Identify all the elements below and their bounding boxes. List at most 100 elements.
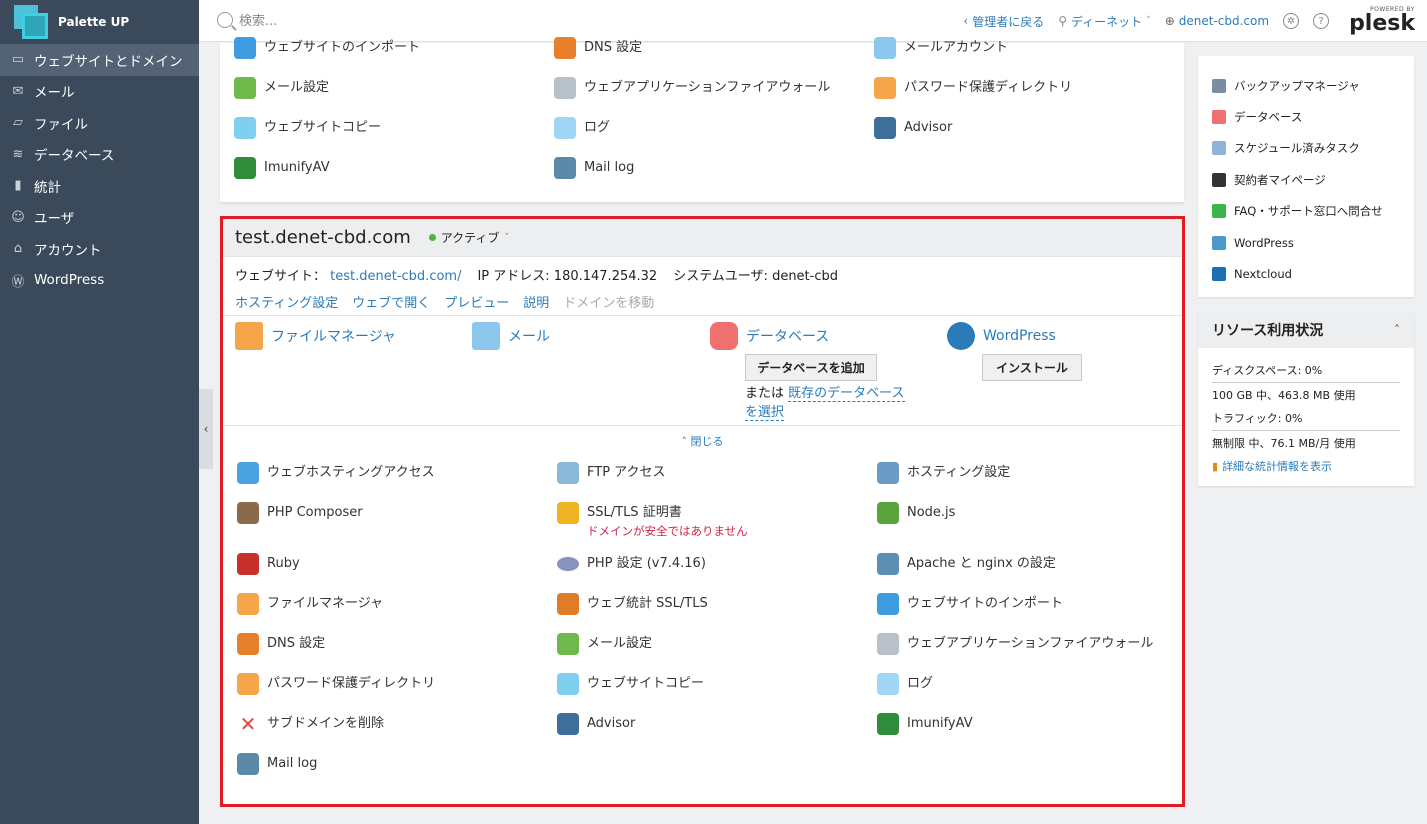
install-wordpress-button[interactable]: インストール (982, 354, 1082, 381)
tool-label: SSL/TLS 証明書 ドメインが安全ではありません (587, 502, 748, 539)
tool-item[interactable]: Mail log (540, 157, 860, 197)
sidebar-item-wordpress[interactable]: Ⓦ WordPress (0, 265, 199, 297)
tool-label: Apache と nginx の設定 (907, 553, 1056, 573)
tool-item[interactable]: ホスティング設定 (863, 462, 1183, 502)
right-panel-link[interactable]: WordPress (1198, 227, 1414, 258)
right-panel-link-label: FAQ・サポート窓口へ問合せ (1234, 204, 1383, 219)
tool-label: ウェブサイトのインポート (907, 593, 1063, 613)
tool-item[interactable]: ✕ サブドメインを削除 (223, 712, 543, 753)
brand[interactable]: Palette UP (0, 0, 199, 44)
tool-item[interactable]: ウェブホスティングアクセス (223, 462, 543, 502)
back-to-admin-link[interactable]: ‹ 管理者に戻る (963, 13, 1044, 30)
tool-item[interactable]: Mail log (223, 753, 543, 793)
tool-item[interactable]: ファイルマネージャ (223, 593, 543, 633)
tool-item[interactable]: PHP 設定 (v7.4.16) (543, 553, 863, 593)
apache-nginx-icon (877, 553, 899, 575)
right-panel-link-label: WordPress (1234, 235, 1294, 250)
hosting-settings-link[interactable]: ホスティング設定 (235, 292, 338, 311)
shield-icon (877, 633, 899, 655)
right-panel-link[interactable]: スケジュール済みタスク (1198, 133, 1414, 164)
composer-icon (237, 502, 259, 524)
detailed-stats-link[interactable]: ▮ 詳細な統計情報を表示 (1212, 458, 1332, 474)
tool-item[interactable]: DNS 設定 (223, 633, 543, 673)
tool-item[interactable]: パスワード保護ディレクトリ (860, 77, 1180, 117)
add-database-button[interactable]: データベースを追加 (745, 354, 877, 381)
open-in-web-link[interactable]: ウェブで開く (352, 292, 430, 311)
tool-item[interactable]: ウェブサイトコピー (220, 117, 540, 157)
tool-item[interactable]: メール設定 (220, 77, 540, 117)
disk-usage-label: ディスクスペース: 0% (1212, 364, 1323, 377)
wordpress-link[interactable]: WordPress (983, 328, 1056, 344)
user-menu[interactable]: ⚲ ディーネット ˅ (1058, 13, 1150, 30)
copy-icon (557, 673, 579, 695)
php-icon (557, 557, 579, 571)
sidebar-item-statistics[interactable]: ▮ 統計 (0, 170, 199, 202)
tool-item[interactable]: Ruby (223, 553, 543, 593)
tool-item[interactable]: SSL/TLS 証明書 ドメインが安全ではありません (543, 502, 863, 553)
tool-item[interactable]: FTP アクセス (543, 462, 863, 502)
tool-item[interactable]: Apache と nginx の設定 (863, 553, 1183, 593)
quick-file-manager[interactable]: ファイルマネージャ (235, 322, 396, 350)
tool-item[interactable]: ImunifyAV (863, 713, 1183, 753)
tool-item[interactable]: ウェブサイトコピー (543, 673, 863, 713)
tool-item[interactable]: ログ (540, 117, 860, 157)
header: 検索... ‹ 管理者に戻る ⚲ ディーネット ˅ ⊕ denet-cbd.com ✲ … (199, 0, 1427, 42)
mail-link[interactable]: メール (508, 326, 550, 346)
tool-item[interactable]: ウェブアプリケーションファイアウォール (540, 77, 860, 117)
right-panel-link[interactable]: FAQ・サポート窓口へ問合せ (1198, 196, 1414, 227)
tool-item[interactable]: Advisor (543, 713, 863, 753)
tool-label-text: DNS 設定 (584, 40, 643, 55)
right-panel-link[interactable]: Nextcloud (1198, 258, 1414, 289)
right-panel-link-label: データベース (1234, 110, 1303, 125)
preview-link[interactable]: プレビュー (444, 292, 509, 311)
sidebar-item-files[interactable]: ▱ ファイル (0, 107, 199, 139)
log-icon (554, 117, 576, 139)
domain-menu[interactable]: ⊕ denet-cbd.com (1165, 14, 1269, 28)
tool-item[interactable]: DNS 設定 (540, 37, 860, 77)
select-existing-db-link-2[interactable]: を選択 (745, 404, 785, 421)
tool-item[interactable]: ウェブサイトのインポート (863, 593, 1183, 633)
tool-item[interactable]: メールアカウント (860, 37, 1180, 77)
tool-label: Node.js (907, 502, 955, 522)
right-panel-link[interactable]: バックアップマネージャ (1198, 70, 1414, 101)
domain-title: test.denet-cbd.com (235, 227, 411, 248)
description-link[interactable]: 説明 (523, 292, 549, 311)
tool-label: Mail log (267, 753, 317, 773)
folder-icon (235, 322, 263, 350)
website-url-link[interactable]: test.denet-cbd.com/ (330, 269, 461, 284)
tool-item[interactable]: ウェブ統計 SSL/TLS (543, 593, 863, 633)
locked-folder-icon (874, 77, 896, 99)
tool-item[interactable]: ログ (863, 673, 1183, 713)
tool-item[interactable]: メール設定 (543, 633, 863, 673)
sidebar-collapse-handle[interactable]: ‹ (199, 389, 213, 469)
status-badge[interactable]: アクティブ ˅ (428, 229, 509, 246)
file-manager-link[interactable]: ファイルマネージャ (271, 326, 396, 346)
help-icon[interactable]: ? (1313, 13, 1330, 29)
tool-item[interactable]: ImunifyAV (220, 157, 540, 197)
tool-item[interactable]: Node.js (863, 502, 1183, 542)
tool-label-text: ウェブサイトのインポート (264, 40, 421, 55)
collapse-link[interactable]: ˄ 閉じる (223, 426, 1182, 462)
tool-item[interactable]: ウェブサイトのインポート (220, 37, 540, 77)
plesk-wordmark: plesk (1349, 11, 1415, 36)
tool-item[interactable]: パスワード保護ディレクトリ (223, 673, 543, 713)
monitor-icon: ▭ (11, 52, 25, 68)
right-panel-link[interactable]: データベース (1198, 101, 1414, 132)
extensions-icon[interactable]: ✲ (1283, 13, 1300, 29)
sidebar-item-account[interactable]: ⌂ アカウント (0, 233, 199, 265)
sidebar-item-mail[interactable]: ✉ メール (0, 76, 199, 108)
resource-usage-header[interactable]: リソース利用状況 ˄ (1198, 312, 1414, 348)
tool-item[interactable]: Advisor (860, 117, 1180, 157)
tool-label: ログ (584, 117, 610, 137)
sidebar-item-users[interactable]: ☺ ユーザ (0, 202, 199, 234)
sidebar-item-websites[interactable]: ▭ ウェブサイトとドメイン (0, 44, 199, 76)
folder-icon: ▱ (13, 115, 23, 131)
tool-item[interactable]: PHP Composer (223, 502, 543, 542)
quick-mail[interactable]: メール (472, 322, 550, 350)
sidebar-item-databases[interactable]: ≋ データベース (0, 139, 199, 171)
database-link[interactable]: データベース (746, 326, 829, 346)
select-existing-db-link[interactable]: 既存のデータベース (788, 386, 905, 402)
tool-item[interactable]: ウェブアプリケーションファイアウォール (863, 633, 1183, 673)
search-input[interactable]: 検索... (217, 10, 277, 29)
right-panel-link[interactable]: 契約者マイページ (1198, 164, 1414, 195)
